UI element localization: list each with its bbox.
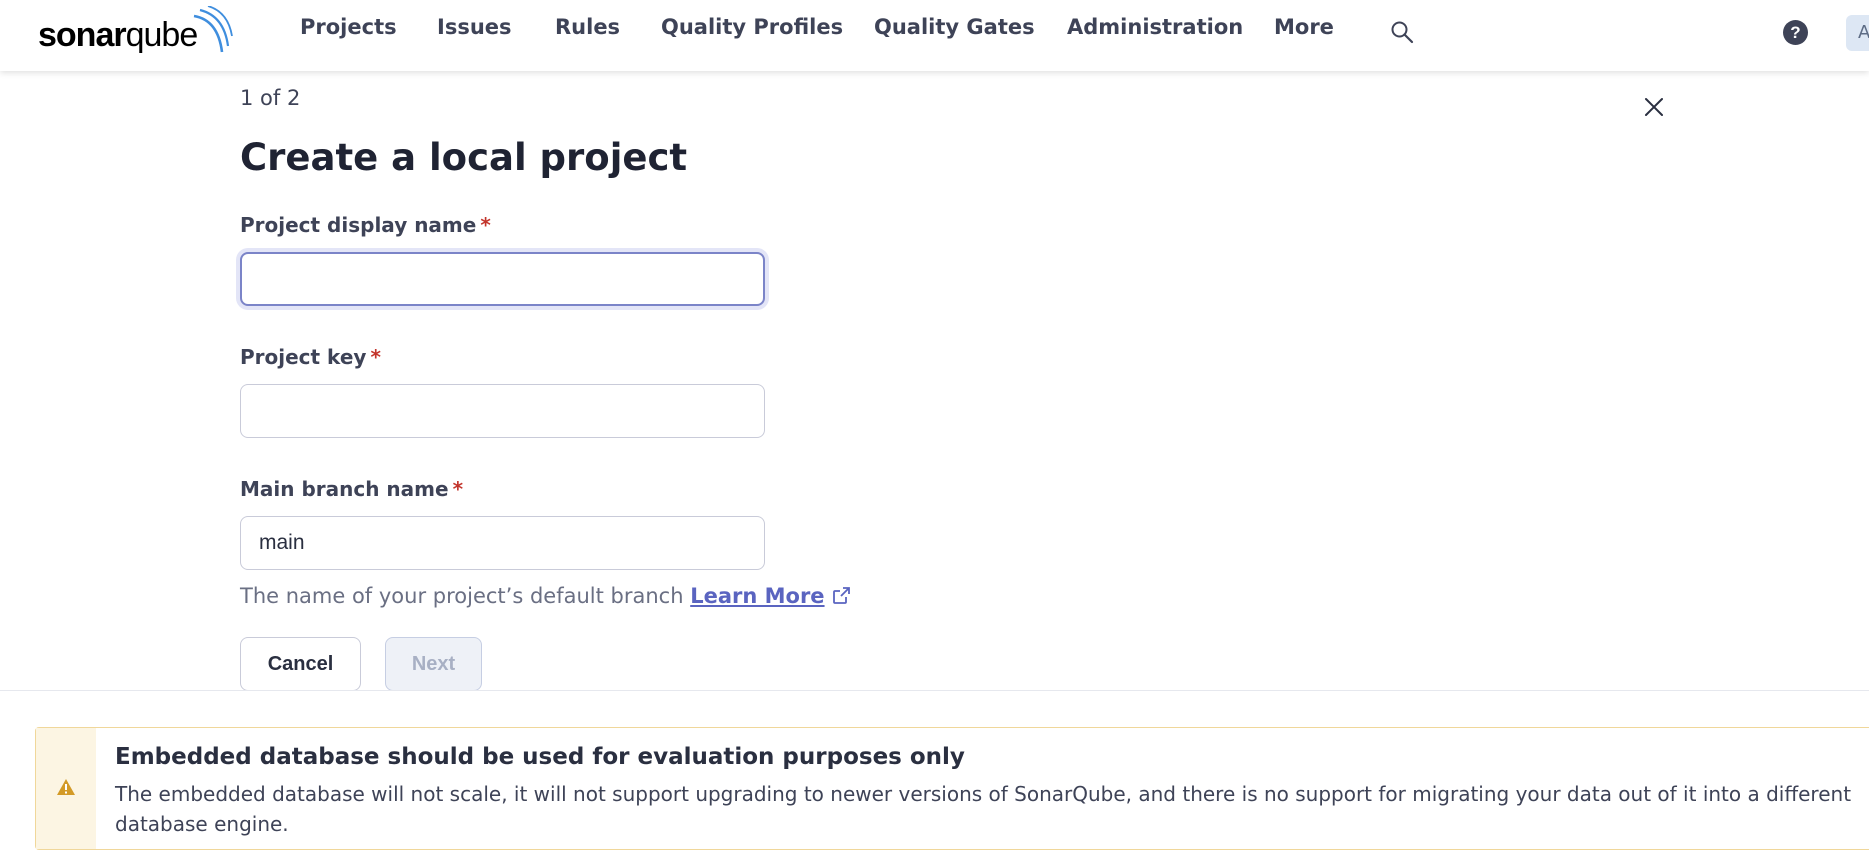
logo-arcs-icon (193, 6, 233, 53)
required-marker: * (452, 477, 464, 501)
project-key-input[interactable] (240, 384, 765, 438)
learn-more-link[interactable]: Learn More (690, 584, 850, 608)
external-link-icon (832, 587, 850, 604)
main-branch-helper-text: The name of your project’s default branc… (240, 584, 851, 608)
banner-title: Embedded database should be used for eva… (115, 744, 965, 770)
step-indicator: 1 of 2 (240, 86, 301, 110)
close-icon[interactable] (1643, 96, 1665, 118)
banner-icon-strip (36, 728, 96, 849)
help-icon[interactable]: ? (1783, 20, 1808, 45)
next-button[interactable]: Next (385, 637, 482, 691)
top-navigation-bar: sonarqube Projects Issues Rules Quality … (0, 0, 1869, 71)
main-branch-name-input[interactable] (240, 516, 765, 570)
nav-administration[interactable]: Administration (1067, 15, 1243, 39)
main-branch-name-label: Main branch name * (240, 477, 464, 501)
nav-quality-profiles[interactable]: Quality Profiles (661, 15, 843, 39)
divider (0, 690, 1869, 691)
project-display-name-label: Project display name * (240, 213, 491, 237)
embedded-database-warning-banner: Embedded database should be used for eva… (35, 727, 1869, 850)
nav-quality-gates[interactable]: Quality Gates (874, 15, 1035, 39)
warning-icon (57, 779, 75, 795)
avatar[interactable]: A (1846, 15, 1869, 51)
nav-projects[interactable]: Projects (300, 15, 397, 39)
banner-body: The embedded database will not scale, it… (115, 782, 1852, 836)
page-title: Create a local project (240, 136, 688, 179)
cancel-button[interactable]: Cancel (240, 637, 361, 691)
nav-rules[interactable]: Rules (555, 15, 620, 39)
helper-text: The name of your project’s default branc… (240, 584, 684, 608)
sonarqube-logo[interactable]: sonarqube (38, 6, 233, 54)
project-key-label: Project key * (240, 345, 381, 369)
search-icon[interactable] (1388, 18, 1416, 46)
nav-more[interactable]: More (1274, 15, 1334, 39)
logo-wordmark: sonarqube (38, 16, 198, 54)
required-marker: * (370, 345, 381, 369)
nav-issues[interactable]: Issues (437, 15, 512, 39)
required-marker: * (480, 213, 491, 237)
project-display-name-input[interactable] (240, 252, 765, 306)
